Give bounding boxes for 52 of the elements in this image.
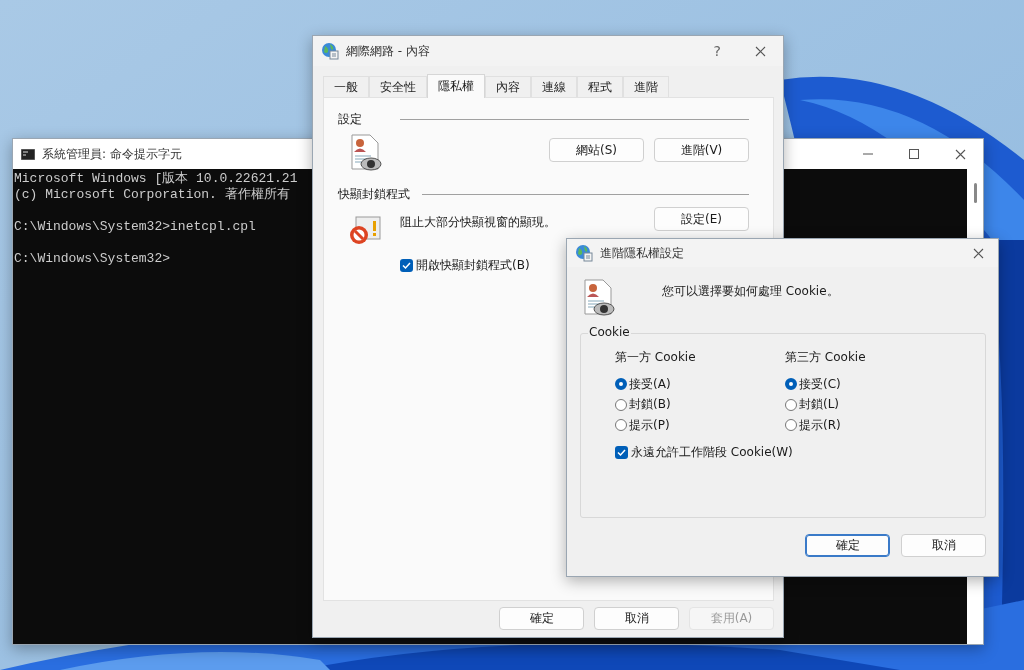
dialog-button[interactable]: 確定 [805, 534, 890, 557]
help-button[interactable]: ? [713, 43, 721, 59]
console-icon [21, 148, 35, 160]
radio-button[interactable] [785, 398, 797, 411]
radio-label[interactable]: 接受(A) [629, 375, 671, 393]
description-text: 阻止大部分快顯視窗的顯現。 [400, 214, 556, 231]
radio-button[interactable] [785, 419, 797, 432]
checkbox[interactable] [615, 445, 628, 459]
console-text: (c) Microsoft Corporation. 著作權所有 [14, 187, 290, 203]
section-heading: 快顯封鎖程式 [338, 186, 410, 203]
globe-icon [575, 244, 593, 262]
radio-button[interactable] [615, 398, 627, 411]
column-heading: 第三方 Cookie [785, 349, 867, 366]
tab[interactable]: 進階 [623, 76, 669, 97]
dialog-button[interactable]: 確定 [499, 607, 584, 630]
radio-label[interactable]: 提示(P) [629, 416, 670, 434]
checkbox[interactable] [400, 259, 413, 272]
console-text: C:\Windows\System32> [14, 251, 171, 267]
radio-label[interactable]: 封鎖(L) [799, 396, 840, 414]
popup-blocked-icon [348, 215, 382, 247]
group-label: Cookie [588, 325, 631, 339]
dialog-button[interactable]: 取消 [901, 534, 986, 557]
scrollbar-thumb[interactable] [973, 183, 977, 203]
globe-icon [321, 42, 339, 60]
dialog-button[interactable]: 取消 [594, 607, 679, 630]
settings-button[interactable]: 進階(V) [654, 138, 749, 162]
privacy-document-icon [582, 279, 616, 317]
column-heading: 第一方 Cookie [615, 349, 697, 366]
settings-button[interactable]: 網站(S) [549, 138, 644, 162]
checkbox-label[interactable]: 開啟快顯封鎖程式(B) [416, 257, 530, 274]
tab[interactable]: 安全性 [369, 76, 427, 97]
settings-button[interactable]: 設定(E) [654, 207, 749, 231]
tab[interactable]: 程式 [577, 76, 623, 97]
radio-label[interactable]: 提示(R) [799, 416, 841, 434]
window-title: 進階隱私權設定 [600, 244, 684, 262]
tab[interactable]: 隱私權 [427, 74, 485, 98]
radio-label[interactable]: 封鎖(B) [629, 396, 671, 414]
radio-label[interactable]: 接受(C) [799, 375, 841, 393]
checkbox-label[interactable]: 永遠允許工作階段 Cookie(W) [631, 443, 793, 461]
window-title: 網際網路 - 內容 [346, 42, 430, 60]
radio-button[interactable] [615, 419, 627, 432]
section-heading: 設定 [338, 111, 362, 128]
radio-button[interactable] [615, 378, 627, 391]
console-text: Microsoft Windows [版本 10.0.22621.21 [14, 171, 298, 187]
tab[interactable]: 內容 [485, 76, 531, 97]
tab[interactable]: 連線 [531, 76, 577, 97]
privacy-document-icon [349, 134, 383, 172]
window-title: 系統管理員: 命令提示字元 [42, 145, 182, 163]
tab[interactable]: 一般 [323, 76, 369, 97]
radio-button[interactable] [785, 378, 797, 391]
description-text: 您可以選擇要如何處理 Cookie。 [662, 283, 839, 300]
console-text: C:\Windows\System32>inetcpl.cpl [14, 219, 256, 235]
